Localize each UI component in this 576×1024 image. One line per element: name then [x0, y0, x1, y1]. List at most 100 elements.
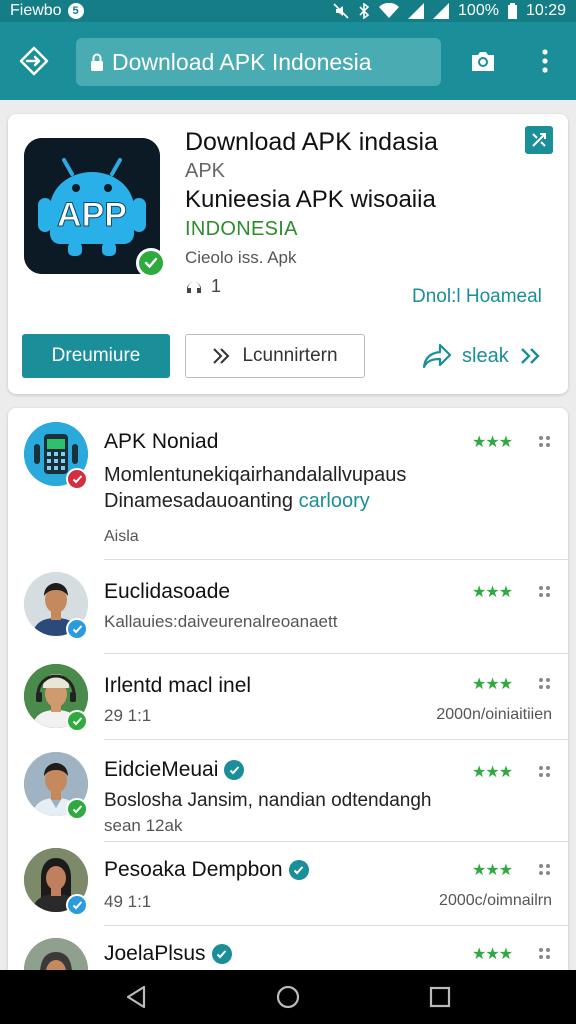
launch-button[interactable]: Lcunnirtern	[185, 334, 365, 378]
more-options-icon[interactable]	[539, 766, 551, 778]
rating-stars: ★★★	[472, 434, 513, 451]
check-badge-blue	[66, 894, 88, 916]
verified-icon	[211, 944, 232, 964]
url-text: Download APK Indonesia	[112, 48, 372, 75]
app-list: APK Noniad Momlentunekiqairhandalallvupa…	[8, 408, 568, 978]
home-link[interactable]: Dnol:l Hoameal	[412, 286, 542, 308]
item-title-text: Pesoaka Dempbon	[104, 858, 283, 881]
item-meta: 29 1:1	[104, 706, 152, 725]
item-right-meta: 2000n/oiniaitiien	[436, 706, 552, 723]
check-icon	[72, 716, 82, 725]
item-title: Euclidasoade	[104, 580, 230, 604]
overflow-menu-icon	[542, 49, 548, 73]
cross-arrows-icon	[532, 133, 546, 147]
check-icon	[72, 804, 82, 813]
item-desc-prefix: Dinamesadauoanting	[104, 490, 294, 512]
signal-icon	[408, 3, 425, 19]
camera-button[interactable]	[455, 33, 511, 89]
item-description: Momlentunekiqairhandalallvupaus	[104, 464, 407, 486]
item-meta: Kallauies:daiveurenalreoanaett	[104, 612, 338, 631]
item-title: APK Noniad	[104, 430, 218, 454]
item-title-text: JoelaPlsus	[104, 942, 206, 965]
rating-stars: ★★★	[472, 764, 513, 781]
check-badge-red	[66, 468, 88, 490]
launch-label: Lcunnirtern	[242, 345, 338, 366]
recents-button[interactable]	[410, 970, 470, 1024]
diamond-arrow-icon	[19, 46, 49, 76]
more-options-icon[interactable]	[539, 586, 551, 598]
address-bar[interactable]: Download APK Indonesia	[76, 38, 441, 86]
rating-stars: ★★★	[472, 584, 513, 601]
item-title: EidcieMeuai	[104, 758, 245, 782]
status-bar: Fiewbo 5 100% 10:29	[0, 0, 576, 22]
battery-icon	[507, 3, 517, 19]
more-options-icon[interactable]	[539, 436, 551, 448]
item-title-text: Euclidasoade	[104, 580, 231, 603]
item-description: Boslosha Jansim, nandian odtendangh	[104, 790, 432, 811]
square-recents-icon	[429, 986, 451, 1008]
list-item[interactable]: Pesoaka Dempbon 49 1:1 2000c/oimnailrn ★…	[8, 842, 568, 926]
more-options-icon[interactable]	[539, 948, 551, 960]
list-item[interactable]: APK Noniad Momlentunekiqairhandalallvupa…	[8, 408, 568, 560]
item-meta: sean 12ak	[104, 816, 183, 835]
check-icon	[144, 257, 158, 269]
item-title-text: APK Noniad	[104, 430, 219, 453]
list-item[interactable]: Euclidasoade Kallauies:daiveurenalreoana…	[8, 560, 568, 654]
battery-percent: 100%	[458, 2, 499, 19]
item-title-text: EidcieMeuai	[104, 758, 219, 781]
app-developer[interactable]: Cieolo iss. Apk	[185, 248, 297, 268]
category-link[interactable]: carloory	[299, 490, 370, 512]
steak-button[interactable]: sleak	[422, 334, 541, 378]
item-title: JoelaPlsus	[104, 942, 232, 966]
item-title-text: Irlentd macl inel	[104, 674, 252, 697]
check-icon	[72, 474, 82, 483]
clock: 10:29	[525, 2, 566, 19]
app-title: Download APK indasia	[185, 128, 438, 156]
double-chevron-icon	[520, 348, 540, 364]
check-icon	[72, 900, 82, 909]
back-button[interactable]	[106, 970, 166, 1024]
status-carrier: Fiewbo	[10, 2, 62, 19]
headset-icon	[187, 281, 201, 293]
wifi-icon	[379, 3, 400, 18]
more-options-icon[interactable]	[539, 864, 551, 876]
mute-icon	[333, 3, 349, 19]
item-title: Irlentd macl inel	[104, 674, 251, 698]
share-arrow-icon	[422, 343, 452, 369]
app-icon-text: APP	[57, 196, 127, 234]
rating-stars: ★★★	[472, 862, 513, 879]
navigate-button[interactable]	[6, 33, 62, 89]
check-badge-blue	[66, 618, 88, 640]
steak-label: sleak	[462, 344, 509, 367]
share-button[interactable]	[525, 126, 553, 154]
browser-toolbar: Download APK Indonesia	[0, 22, 576, 100]
home-button[interactable]	[258, 970, 318, 1024]
count-value: 1	[211, 276, 222, 296]
verified-badge	[136, 248, 166, 278]
list-item[interactable]: Irlentd macl inel 29 1:1 2000n/oiniaitii…	[8, 654, 568, 740]
launch-icon	[213, 348, 230, 364]
app-download-count: 1	[185, 276, 221, 297]
check-badge-green	[66, 798, 88, 820]
item-meta: 49 1:1	[104, 892, 152, 911]
lock-icon	[91, 53, 103, 71]
camera-icon	[472, 52, 494, 71]
system-nav-bar	[0, 970, 576, 1024]
item-title: Pesoaka Dempbon	[104, 858, 309, 882]
check-icon	[72, 624, 82, 633]
item-description-2: Dinamesadauoanting carloory	[104, 490, 370, 513]
check-badge-green	[66, 710, 88, 732]
notification-badge: 5	[67, 3, 84, 19]
list-item[interactable]: EidcieMeuai Boslosha Jansim, nandian odt…	[8, 740, 568, 842]
rating-stars: ★★★	[472, 676, 513, 693]
more-options-icon[interactable]	[539, 678, 551, 690]
overflow-menu-button[interactable]	[517, 33, 573, 89]
premium-button[interactable]: Dreumiure	[22, 334, 170, 378]
signal-icon-2	[433, 3, 450, 19]
rating-stars: ★★★	[472, 946, 513, 963]
triangle-back-icon	[126, 985, 146, 1009]
app-category: APK	[185, 160, 226, 182]
app-detail-card: APP Download APK indasia APK Kunieesia A…	[8, 114, 568, 394]
bluetooth-icon	[359, 3, 370, 19]
app-name: Kunieesia APK wisoaiia	[185, 186, 436, 213]
